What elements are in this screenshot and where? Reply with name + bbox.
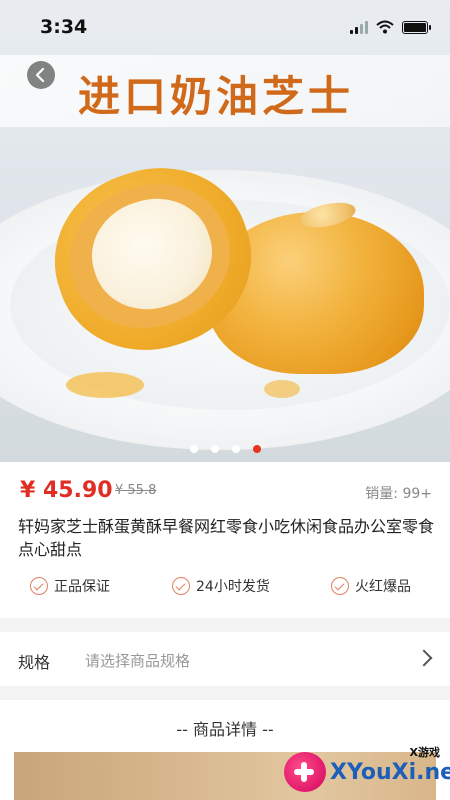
product-title: 轩妈家芝士酥蛋黄酥早餐网红零食小吃休闲食品办公室零食点心甜点 bbox=[18, 517, 435, 559]
chevron-left-icon bbox=[35, 68, 45, 82]
gamepad-logo-icon bbox=[284, 752, 326, 792]
carousel-dot[interactable] bbox=[231, 445, 240, 453]
product-detail-screen: 进口奶油芝士 3:34 ¥ 45.90 ¥ 55.8 销量: 99+ 轩妈家芝士… bbox=[0, 0, 450, 800]
status-time: 3:34 bbox=[40, 16, 88, 38]
sales-count: 销量: 99+ bbox=[365, 486, 432, 502]
watermark: X游戏 XYouXi.net bbox=[282, 738, 450, 798]
signal-icon bbox=[350, 20, 368, 34]
watermark-en: XYouXi.net bbox=[330, 760, 450, 785]
wifi-icon bbox=[376, 20, 394, 34]
guarantee-item: 火红爆品 bbox=[331, 576, 411, 596]
guarantee-label: 火红爆品 bbox=[355, 579, 411, 595]
carousel-indicator bbox=[0, 445, 450, 453]
check-circle-icon bbox=[172, 577, 190, 595]
spec-label: 规格 bbox=[18, 653, 51, 672]
guarantee-label: 正品保证 bbox=[54, 579, 110, 595]
details-header: -- 商品详情 -- bbox=[176, 720, 274, 739]
butter-drop-image bbox=[264, 380, 300, 398]
guarantee-label: 24小时发货 bbox=[196, 579, 270, 595]
original-price: ¥ 55.8 bbox=[115, 483, 157, 498]
guarantee-item: 正品保证 bbox=[30, 576, 110, 596]
guarantee-list: 正品保证 24小时发货 火红爆品 bbox=[0, 576, 450, 600]
carousel-dot[interactable] bbox=[210, 445, 219, 453]
carousel-dot-active[interactable] bbox=[252, 445, 261, 453]
watermark-cn: X游戏 bbox=[409, 746, 440, 759]
check-circle-icon bbox=[30, 577, 48, 595]
spec-placeholder[interactable]: 请选择商品规格 bbox=[85, 650, 190, 671]
spec-selector[interactable] bbox=[0, 632, 450, 686]
product-price: ¥ 45.90 bbox=[20, 478, 113, 503]
status-bar: 3:34 bbox=[0, 0, 450, 54]
butter-drop-image bbox=[66, 372, 144, 398]
check-circle-icon bbox=[331, 577, 349, 595]
status-icons bbox=[350, 20, 431, 34]
battery-icon bbox=[402, 20, 431, 34]
banner-title: 进口奶油芝士 bbox=[78, 72, 355, 121]
back-button[interactable] bbox=[27, 61, 55, 89]
carousel-dot[interactable] bbox=[189, 445, 198, 453]
guarantee-item: 24小时发货 bbox=[172, 576, 270, 596]
product-image-carousel[interactable]: 进口奶油芝士 3:34 bbox=[0, 0, 450, 462]
